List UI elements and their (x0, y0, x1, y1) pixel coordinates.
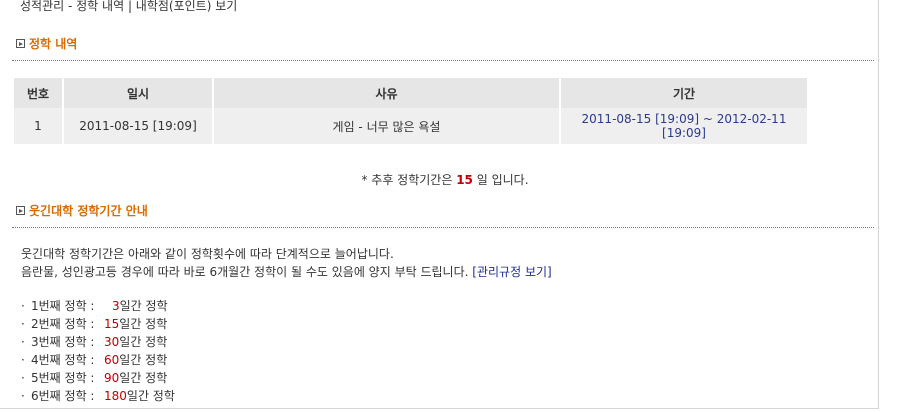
cell-number: 1 (14, 108, 62, 144)
table-header-row: 번호 일시 사유 기간 (14, 78, 807, 108)
bullet: · (21, 317, 25, 331)
breadcrumb-separator: | (124, 0, 136, 13)
policy-line-1: 웃긴대학 정학기간은 아래와 같이 정학횟수에 따라 단계적으로 늘어납니다. (21, 247, 394, 261)
breadcrumb-separator: - (64, 0, 77, 13)
cell-date: 2011-08-15 [19:09] (64, 108, 212, 144)
column-header-period: 기간 (561, 78, 807, 108)
column-header-date: 일시 (64, 78, 212, 108)
step-label: 1번째 정학 : (31, 299, 95, 313)
rules-link[interactable]: [관리규정 보기] (472, 265, 551, 279)
next-suspension-days: 15 (456, 173, 473, 187)
note-prefix: * 추후 정학기간은 (361, 173, 457, 187)
bullet: · (21, 389, 25, 403)
step-days: 90 (104, 371, 120, 385)
step-days: 60 (104, 353, 120, 367)
list-item: · 5번째 정학 : 90 일간 정학 (21, 369, 175, 387)
list-item: · 4번째 정학 : 60 일간 정학 (21, 351, 175, 369)
suspension-steps-list: · 1번째 정학 :3 일간 정학 · 2번째 정학 :15 일간 정학 · 3번째 정학… (21, 297, 175, 405)
breadcrumb-current: 정학 내역 (76, 0, 125, 13)
step-label: 6번째 정학 : (31, 389, 95, 403)
column-header-reason: 사유 (214, 78, 559, 108)
step-unit: 일간 정학 (126, 389, 175, 403)
step-unit: 일간 정학 (119, 317, 168, 331)
policy-section-title: 웃긴대학 정학기간 안내 (16, 202, 148, 219)
note-suffix: 일 입니다. (472, 173, 529, 187)
bullet: · (21, 353, 25, 367)
breadcrumb: 성적관리 - 정학 내역 | 내학점(포인트) 보기 (20, 0, 237, 14)
step-unit: 일간 정학 (119, 353, 168, 367)
list-item: · 6번째 정학 : 180 일간 정학 (21, 387, 175, 405)
step-unit: 일간 정학 (119, 335, 168, 349)
suspension-history-table: 번호 일시 사유 기간 1 2011-08-15 [19:09] 게임 - 너무… (12, 78, 809, 144)
step-label: 5번째 정학 : (31, 371, 95, 385)
cell-reason: 게임 - 너무 많은 욕설 (214, 108, 559, 144)
step-days: 30 (104, 335, 120, 349)
step-label: 2번째 정학 : (31, 317, 95, 331)
cell-period: 2011-08-15 [19:09] ~ 2012-02-11 [19:09] (561, 108, 807, 144)
step-unit: 일간 정학 (119, 299, 168, 313)
policy-line-2: 음란물, 성인광고등 경우에 따라 바로 6개월간 정학이 될 수도 있음에 양… (21, 263, 552, 281)
section-arrow-icon (16, 39, 25, 48)
policy-description: 웃긴대학 정학기간은 아래와 같이 정학횟수에 따라 단계적으로 늘어납니다. … (21, 245, 552, 281)
step-unit: 일간 정학 (119, 371, 168, 385)
bullet: · (21, 335, 25, 349)
section-arrow-icon (16, 206, 25, 215)
history-section-title: 정학 내역 (16, 35, 77, 52)
next-suspension-note: * 추후 정학기간은 15 일 입니다. (0, 171, 890, 188)
step-days: 180 (104, 389, 127, 403)
history-title-text: 정학 내역 (29, 37, 78, 51)
bullet: · (21, 299, 25, 313)
policy-title-text: 웃긴대학 정학기간 안내 (29, 204, 148, 218)
list-item: · 3번째 정학 : 30 일간 정학 (21, 333, 175, 351)
step-days: 3 (112, 299, 120, 313)
step-label: 3번째 정학 : (31, 335, 95, 349)
breadcrumb-section: 성적관리 (20, 0, 65, 13)
divider (12, 227, 874, 228)
step-label: 4번째 정학 : (31, 353, 95, 367)
my-points-link[interactable]: 내학점(포인트) 보기 (136, 0, 238, 13)
divider (12, 60, 874, 61)
step-days: 15 (104, 317, 120, 331)
list-item: · 2번째 정학 : 15 일간 정학 (21, 315, 175, 333)
column-header-number: 번호 (14, 78, 62, 108)
policy-line-2-text: 음란물, 성인광고등 경우에 따라 바로 6개월간 정학이 될 수도 있음에 양… (21, 265, 469, 279)
bullet: · (21, 371, 25, 385)
table-row: 1 2011-08-15 [19:09] 게임 - 너무 많은 욕설 2011-… (14, 108, 807, 144)
list-item: · 1번째 정학 : 3 일간 정학 (21, 297, 175, 315)
